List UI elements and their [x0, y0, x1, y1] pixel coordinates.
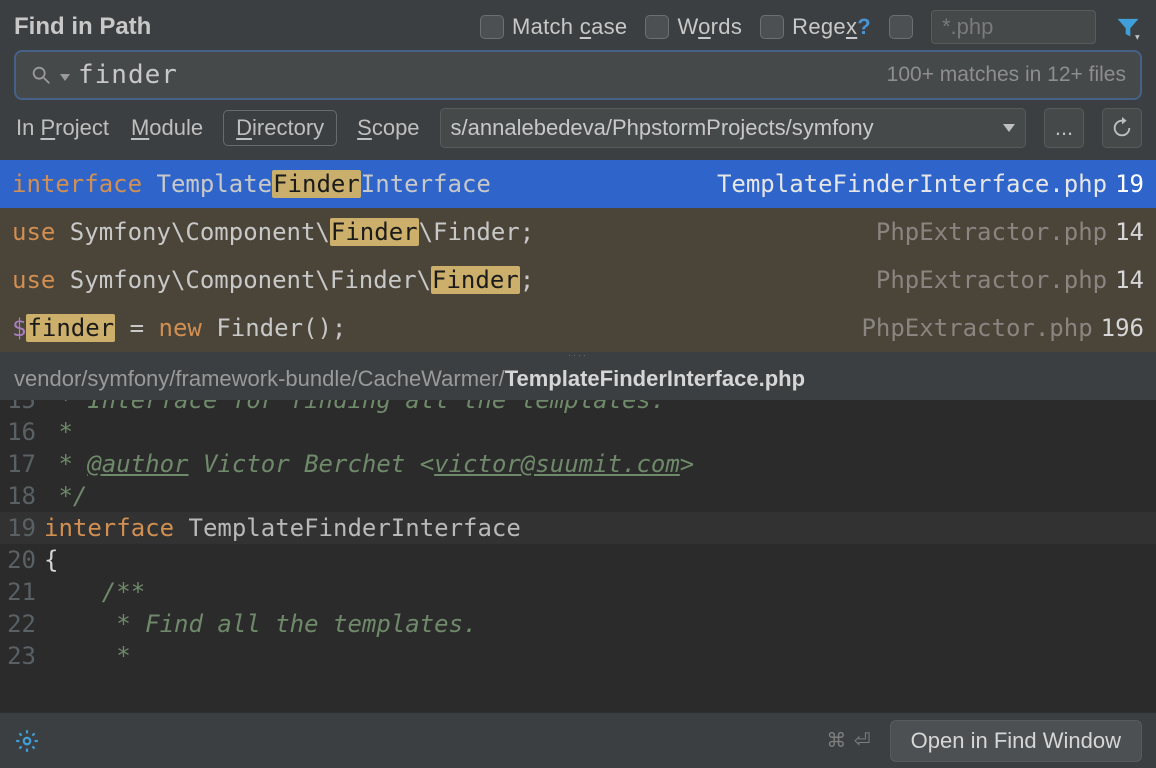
results-list: interface TemplateFinderInterface Templat…: [0, 160, 1156, 352]
checkbox-icon: [480, 15, 504, 39]
result-text: $finder = new Finder();: [12, 314, 346, 342]
words-option[interactable]: Words: [645, 14, 742, 40]
file-mask-input[interactable]: *.php: [931, 10, 1096, 44]
gear-icon[interactable]: [14, 728, 40, 754]
result-row[interactable]: interface TemplateFinderInterface Templat…: [0, 160, 1156, 208]
line-number: 22: [0, 610, 44, 638]
result-line: 14: [1115, 266, 1144, 294]
result-location: PhpExtractor.php: [876, 266, 1107, 294]
preview-breadcrumb: vendor/symfony/framework-bundle/CacheWar…: [0, 358, 1156, 400]
code-line: 16 *: [0, 416, 1156, 448]
directory-path-text: s/annalebedeva/PhpstormProjects/symfony: [451, 115, 995, 141]
code-line: 21 /**: [0, 576, 1156, 608]
scope-tab-scope[interactable]: Scope: [355, 111, 421, 145]
line-number: 17: [0, 450, 44, 478]
result-location: PhpExtractor.php: [876, 218, 1107, 246]
line-number: 23: [0, 642, 44, 670]
regex-label: Regex?: [792, 14, 871, 40]
match-case-option[interactable]: Match case: [480, 14, 628, 40]
result-row[interactable]: use Symfony\Component\Finder\Finder; PhpE…: [0, 256, 1156, 304]
line-number: 15: [0, 400, 44, 414]
words-label: Words: [677, 14, 742, 40]
line-number: 19: [0, 514, 44, 542]
code-line: 18 */: [0, 480, 1156, 512]
result-row[interactable]: use Symfony\Component\Finder\Finder; PhpE…: [0, 208, 1156, 256]
result-line: 14: [1115, 218, 1144, 246]
code-line: 22 * Find all the templates.: [0, 608, 1156, 640]
search-icon: [30, 64, 52, 86]
line-number: 21: [0, 578, 44, 606]
directory-path-combo[interactable]: s/annalebedeva/PhpstormProjects/symfony: [440, 108, 1026, 148]
code-preview[interactable]: 15 * Interface for finding all the templ…: [0, 400, 1156, 712]
code-text: *: [44, 642, 1156, 670]
breadcrumb-prefix: vendor/symfony/framework-bundle/CacheWar…: [14, 366, 505, 391]
code-line: 19interface TemplateFinderInterface: [0, 512, 1156, 544]
result-text: use Symfony\Component\Finder\Finder;: [12, 218, 534, 246]
chevron-down-icon: [1003, 124, 1015, 132]
search-input[interactable]: finder: [78, 60, 879, 90]
match-count-label: 100+ matches in 12+ files: [887, 63, 1126, 87]
browse-directory-button[interactable]: ...: [1044, 108, 1084, 148]
checkbox-icon: [645, 15, 669, 39]
checkbox-icon: [760, 15, 784, 39]
result-text: use Symfony\Component\Finder\Finder;: [12, 266, 534, 294]
scope-tab-directory[interactable]: Directory: [223, 110, 337, 146]
code-text: */: [44, 482, 1156, 510]
line-number: 18: [0, 482, 44, 510]
result-line: 196: [1101, 314, 1144, 342]
header-bar: Find in Path Match case Words Regex? *.p…: [0, 0, 1156, 50]
file-mask-option[interactable]: [889, 15, 913, 39]
code-text: * Interface for finding all the template…: [44, 400, 1156, 414]
line-number: 16: [0, 418, 44, 446]
code-text: interface TemplateFinderInterface: [44, 514, 1156, 542]
match-case-label: Match case: [512, 14, 628, 40]
code-text: * Find all the templates.: [44, 610, 1156, 638]
regex-help-icon[interactable]: ?: [857, 14, 871, 39]
search-field[interactable]: finder 100+ matches in 12+ files: [14, 50, 1142, 100]
scope-tab-module[interactable]: Module: [129, 111, 205, 145]
result-text: interface TemplateFinderInterface: [12, 170, 491, 198]
code-line: 17 * @author Victor Berchet <victor@suum…: [0, 448, 1156, 480]
result-location: TemplateFinderInterface.php: [717, 170, 1107, 198]
scope-row: In Project Module Directory Scope s/anna…: [0, 108, 1156, 160]
search-history-caret[interactable]: [60, 62, 70, 88]
regex-option[interactable]: Regex?: [760, 14, 871, 40]
result-row[interactable]: $finder = new Finder(); PhpExtractor.php 1…: [0, 304, 1156, 352]
scope-tab-project[interactable]: In Project: [14, 111, 111, 145]
dialog-title: Find in Path: [14, 13, 151, 41]
code-line: 20{: [0, 544, 1156, 576]
line-number: 20: [0, 546, 44, 574]
checkbox-icon: [889, 15, 913, 39]
shortcut-hint: ⌘ ⏎: [826, 728, 871, 753]
open-in-find-window-button[interactable]: Open in Find Window: [890, 720, 1142, 762]
code-text: {: [44, 546, 1156, 574]
refresh-button[interactable]: [1102, 108, 1142, 148]
code-text: * @author Victor Berchet <victor@suumit.…: [44, 450, 1156, 478]
code-line: 23 *: [0, 640, 1156, 672]
code-line: 15 * Interface for finding all the templ…: [0, 400, 1156, 416]
code-text: /**: [44, 578, 1156, 606]
footer-bar: ⌘ ⏎ Open in Find Window: [0, 712, 1156, 768]
breadcrumb-file: TemplateFinderInterface.php: [505, 366, 805, 391]
code-text: *: [44, 418, 1156, 446]
file-mask-placeholder: *.php: [942, 14, 993, 40]
filter-icon[interactable]: [1114, 13, 1142, 41]
result-location: PhpExtractor.php: [861, 314, 1092, 342]
result-line: 19: [1115, 170, 1144, 198]
